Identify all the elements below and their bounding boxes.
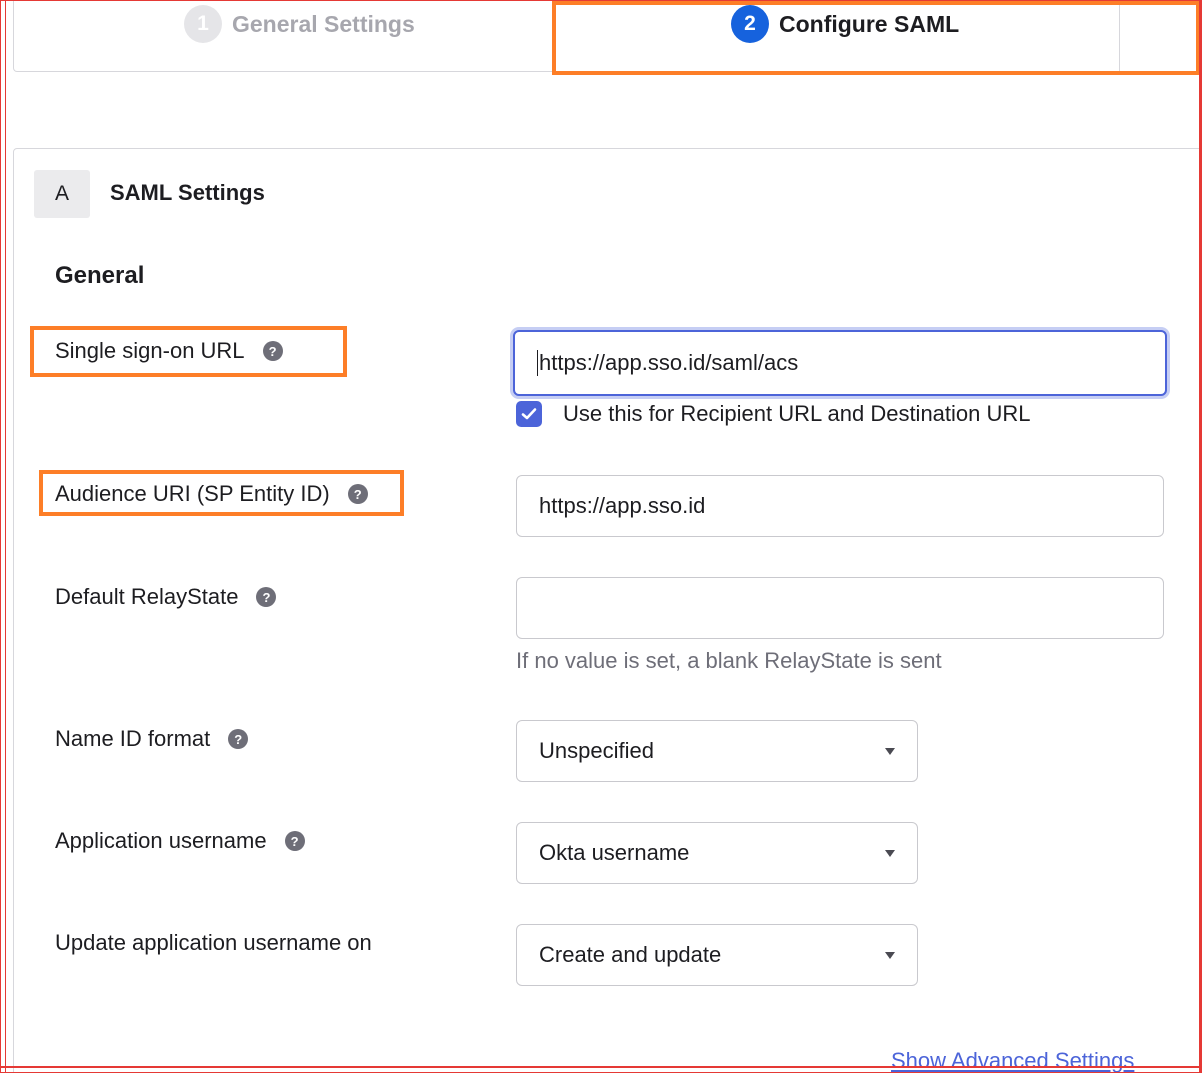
section-title: SAML Settings	[110, 180, 265, 205]
audience-uri-value: https://app.sso.id	[539, 493, 706, 518]
help-icon[interactable]: ?	[228, 729, 249, 749]
step-general-settings[interactable]: 1 General Settings	[184, 0, 415, 48]
show-advanced-settings-link[interactable]: Show Advanced Settings	[891, 1048, 1134, 1073]
relay-state-hint: If no value is set, a blank RelayState i…	[516, 648, 942, 673]
help-icon[interactable]: ?	[256, 587, 277, 607]
screenshot-frame-bottom-line	[0, 1066, 1202, 1068]
update-username-on-select[interactable]: Create and update	[516, 924, 918, 986]
step-number-1: 1	[184, 5, 222, 43]
step-label-configure-saml: Configure SAML	[779, 10, 960, 37]
name-id-format-select[interactable]: Unspecified	[516, 720, 918, 782]
name-id-format-label: Name ID format ?	[55, 726, 249, 752]
wizard-stepper: 1 General Settings 2 Configure SAML	[13, 0, 1202, 72]
sso-url-input[interactable]: https://app.sso.id/saml/acs	[513, 330, 1167, 396]
help-icon[interactable]: ?	[284, 831, 305, 851]
checkmark-icon	[521, 408, 537, 420]
recipient-url-checkbox-label: Use this for Recipient URL and Destinati…	[563, 401, 1031, 426]
dropdown-caret-icon	[885, 747, 895, 755]
recipient-url-checkbox[interactable]	[516, 401, 542, 427]
app-username-label-text: Application username	[55, 828, 267, 853]
group-title: General	[55, 262, 145, 289]
name-id-format-value: Unspecified	[539, 738, 654, 763]
text-cursor	[537, 350, 538, 376]
dropdown-caret-icon	[885, 951, 895, 959]
recipient-url-checkbox-row[interactable]: Use this for Recipient URL and Destinati…	[516, 401, 1031, 427]
app-username-select[interactable]: Okta username	[516, 822, 918, 884]
step-label-general-settings: General Settings	[232, 10, 415, 37]
help-icon[interactable]: ?	[262, 341, 283, 361]
sso-url-label: Single sign-on URL ?	[55, 338, 283, 364]
relay-state-input[interactable]	[516, 577, 1164, 639]
dropdown-caret-icon	[885, 849, 895, 857]
update-username-on-label: Update application username on	[55, 930, 372, 956]
stepper-divider	[1119, 0, 1120, 72]
sso-url-label-text: Single sign-on URL	[55, 338, 245, 363]
sso-url-value: https://app.sso.id/saml/acs	[539, 350, 799, 375]
relay-state-label-text: Default RelayState	[55, 584, 239, 609]
step-number-2: 2	[731, 5, 769, 43]
help-icon[interactable]: ?	[347, 484, 368, 504]
app-username-label: Application username ?	[55, 828, 305, 854]
audience-uri-label: Audience URI (SP Entity ID) ?	[55, 481, 368, 507]
audience-uri-label-text: Audience URI (SP Entity ID)	[55, 481, 330, 506]
name-id-format-label-text: Name ID format	[55, 726, 211, 751]
audience-uri-input[interactable]: https://app.sso.id	[516, 475, 1164, 537]
step-configure-saml[interactable]: 2 Configure SAML	[731, 0, 959, 48]
update-username-on-label-text: Update application username on	[55, 930, 372, 955]
section-badge: A	[34, 170, 90, 218]
screenshot-frame-inner-line	[5, 0, 6, 1073]
app-username-value: Okta username	[539, 840, 690, 865]
relay-state-label: Default RelayState ?	[55, 584, 277, 610]
update-username-on-value: Create and update	[539, 942, 722, 967]
